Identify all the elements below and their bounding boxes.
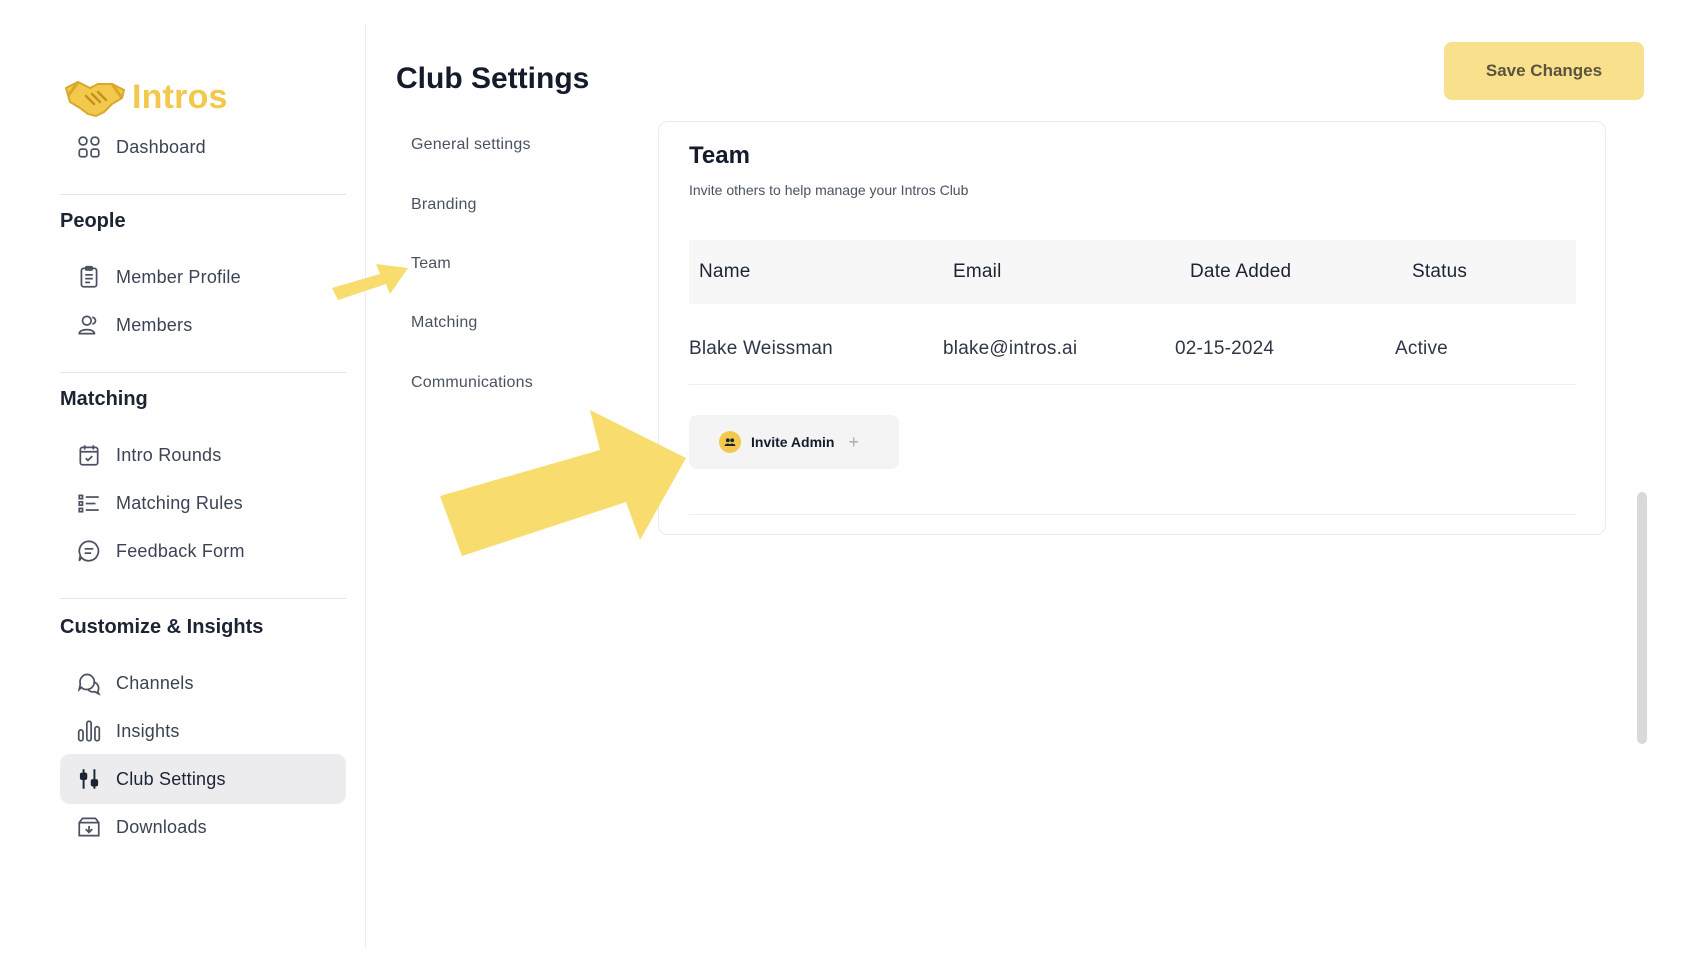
sidebar-item-members[interactable]: Members: [60, 300, 346, 350]
cell-status: Active: [1395, 338, 1448, 359]
row-divider: [689, 384, 1576, 385]
tab-communications[interactable]: Communications: [411, 374, 533, 392]
tab-team[interactable]: Team: [411, 255, 451, 273]
team-icon: [719, 431, 741, 453]
sidebar-item-member-profile[interactable]: Member Profile: [60, 252, 346, 302]
message-square-icon: [74, 536, 104, 566]
plus-icon: +: [848, 431, 860, 452]
divider: [60, 372, 346, 373]
sidebar-item-feedback-form[interactable]: Feedback Form: [60, 526, 346, 576]
invite-admin-label: Invite Admin: [751, 434, 835, 450]
grid-icon: [74, 132, 104, 162]
card-subtitle: Invite others to help manage your Intros…: [689, 182, 969, 198]
tab-branding[interactable]: Branding: [411, 196, 477, 214]
column-header-date-added[interactable]: Date Added: [1190, 261, 1291, 283]
sidebar-item-label: Club Settings: [116, 768, 226, 789]
users-icon: [74, 310, 104, 340]
sidebar-item-label: Matching Rules: [116, 492, 243, 513]
sliders-icon: [74, 764, 104, 794]
invite-admin-button[interactable]: Invite Admin +: [689, 415, 899, 469]
sidebar-item-label: Channels: [116, 672, 194, 693]
sidebar-item-matching-rules[interactable]: Matching Rules: [60, 478, 346, 528]
column-header-name[interactable]: Name: [699, 261, 750, 283]
column-header-email[interactable]: Email: [953, 261, 1002, 283]
section-title-matching: Matching: [60, 388, 148, 410]
table-header: Name Email Date Added Status: [689, 240, 1576, 304]
bar-chart-icon: [74, 716, 104, 746]
cell-email: blake@intros.ai: [943, 338, 1078, 359]
sidebar-item-club-settings[interactable]: Club Settings: [60, 754, 346, 804]
sidebar-item-label: Downloads: [116, 816, 207, 837]
annotation-arrow-large-icon: [440, 410, 686, 556]
scrollbar-thumb[interactable]: [1637, 492, 1647, 744]
section-title-people: People: [60, 210, 126, 232]
sidebar-item-label: Insights: [116, 720, 180, 741]
calendar-check-icon: [74, 440, 104, 470]
sidebar-item-dashboard[interactable]: Dashboard: [60, 122, 346, 172]
team-card: Team Invite others to help manage your I…: [658, 121, 1606, 535]
section-title-customize-insights: Customize & Insights: [60, 616, 264, 638]
cell-date-added: 02-15-2024: [1175, 338, 1275, 359]
card-divider: [689, 514, 1576, 515]
logo-text: Intros: [132, 77, 228, 116]
logo[interactable]: Intros: [64, 74, 228, 120]
download-box-icon: [74, 812, 104, 842]
sidebar-item-insights[interactable]: Insights: [60, 706, 346, 756]
sidebar-item-label: Dashboard: [116, 136, 206, 157]
sidebar: Intros Dashboard People Member Profile M: [0, 24, 366, 948]
page-title: Club Settings: [396, 62, 590, 95]
sidebar-item-label: Members: [116, 314, 193, 335]
cell-name: Blake Weissman: [689, 338, 833, 359]
clipboard-icon: [74, 262, 104, 292]
card-title: Team: [689, 142, 750, 169]
save-changes-button[interactable]: Save Changes: [1444, 42, 1644, 100]
sidebar-item-label: Intro Rounds: [116, 444, 222, 465]
divider: [60, 194, 346, 195]
column-header-status[interactable]: Status: [1412, 261, 1467, 283]
sidebar-item-channels[interactable]: Channels: [60, 658, 346, 708]
handshake-logo-icon: [64, 80, 126, 118]
sidebar-item-label: Feedback Form: [116, 540, 245, 561]
sidebar-item-intro-rounds[interactable]: Intro Rounds: [60, 430, 346, 480]
chat-bubbles-icon: [74, 668, 104, 698]
divider: [60, 598, 346, 599]
list-rules-icon: [74, 488, 104, 518]
tab-matching[interactable]: Matching: [411, 314, 478, 332]
sidebar-item-label: Member Profile: [116, 266, 241, 287]
sidebar-item-downloads[interactable]: Downloads: [60, 802, 346, 852]
tab-general-settings[interactable]: General settings: [411, 136, 531, 154]
